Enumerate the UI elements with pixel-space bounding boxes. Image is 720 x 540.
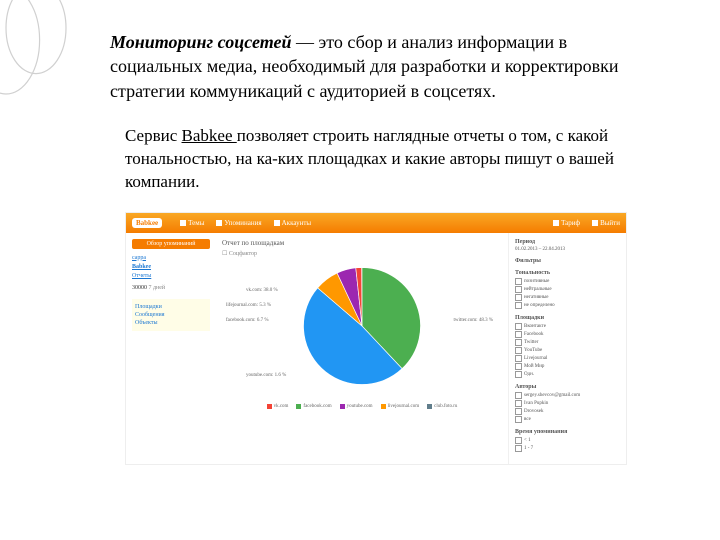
legend-item: vk.com [267, 404, 289, 409]
filter-option[interactable]: нейтральные [515, 286, 620, 293]
filter-option[interactable]: все [515, 416, 620, 423]
filter-option[interactable]: Facebook [515, 331, 620, 338]
filter-option[interactable]: YouTube [515, 347, 620, 354]
filter-option[interactable]: 1 - 7 [515, 445, 620, 452]
report-link[interactable]: Площадки [135, 304, 207, 310]
logo: Babkee [132, 218, 162, 228]
legend-item: club.foto.ru [427, 404, 457, 409]
top-right: Тариф Выйти [553, 219, 620, 227]
checkbox-row[interactable]: ☐ Соцфактор [222, 250, 502, 257]
service-link: Babkee [182, 126, 237, 145]
pie-label: lifejournal.com: 5.3 % [226, 303, 271, 308]
filter-option[interactable]: Ivan Pupkin [515, 400, 620, 407]
legend-item: livejournal.com [381, 404, 420, 409]
pie-label: youtube.com: 1.6 % [246, 373, 286, 378]
pie-label: facebook.com: 6.7 % [226, 318, 269, 323]
nav-item[interactable]: Темы [180, 219, 204, 227]
report-link[interactable]: Объекты [135, 320, 207, 326]
legend-item: youtube.com [340, 404, 373, 409]
nav-item[interactable]: Упоминания [216, 219, 261, 227]
period-value: 01.02.2013 – 22.04.2013 [515, 247, 620, 252]
sidebar: Обзор упоминаний cappa Babkee Отчеты 300… [126, 233, 216, 464]
filter-option[interactable]: позитивные [515, 278, 620, 285]
filter-option[interactable]: sergey.shevcov@gmail.com [515, 392, 620, 399]
screenshot-embed: Babkee Темы Упоминания Аккаунты Тариф Вы… [125, 212, 627, 465]
period-heading: Период [515, 239, 620, 245]
paragraph: Сервис Babkee позволяет строить наглядны… [125, 125, 650, 194]
filter-option[interactable]: Twitter [515, 339, 620, 346]
filter-option[interactable]: Вконтакте [515, 323, 620, 330]
filter-option[interactable]: Drovosek [515, 408, 620, 415]
heading: Мониторинг соцсетей — это сбор и анализ … [110, 30, 650, 103]
report-link[interactable]: Сообщения [135, 312, 207, 318]
main-panel: Отчет по площадкам ☐ Соцфактор vk.com: 3… [216, 233, 508, 464]
sidebar-item[interactable]: cappa [132, 255, 210, 261]
report-title: Отчет по площадкам [222, 239, 502, 247]
nav-item[interactable]: Аккаунты [274, 219, 312, 227]
filter-option[interactable]: Одн. [515, 371, 620, 378]
filter-option[interactable]: Livejournal [515, 355, 620, 362]
reports-block: Площадки Сообщения Объекты [132, 299, 210, 331]
filter-panel: Период 01.02.2013 – 22.04.2013 Фильтры Т… [508, 233, 626, 464]
sidebar-item[interactable]: Отчеты [132, 273, 210, 279]
top-nav: Темы Упоминания Аккаунты [180, 219, 311, 227]
topbar: Babkee Темы Упоминания Аккаунты Тариф Вы… [126, 213, 626, 233]
nav-item[interactable]: Выйти [592, 219, 620, 227]
overview-button[interactable]: Обзор упоминаний [132, 239, 210, 249]
legend: vk.com facebook.com youtube.com livejournal… [222, 404, 502, 409]
heading-term: Мониторинг соцсетей [110, 32, 292, 52]
nav-item[interactable]: Тариф [553, 219, 580, 227]
pie-label: twitter.com: 48.3 % [454, 318, 493, 323]
sidebar-item[interactable]: Babkee [132, 264, 210, 270]
filter-option[interactable]: негативные [515, 294, 620, 301]
legend-item: facebook.com [296, 404, 331, 409]
filter-option[interactable]: не определено [515, 302, 620, 309]
slide-decoration [0, 0, 90, 100]
pie-chart [297, 261, 427, 391]
pie-label: vk.com: 38.0 % [246, 288, 278, 293]
filter-option[interactable]: Мой Мир [515, 363, 620, 370]
filter-option[interactable]: < 1 [515, 437, 620, 444]
